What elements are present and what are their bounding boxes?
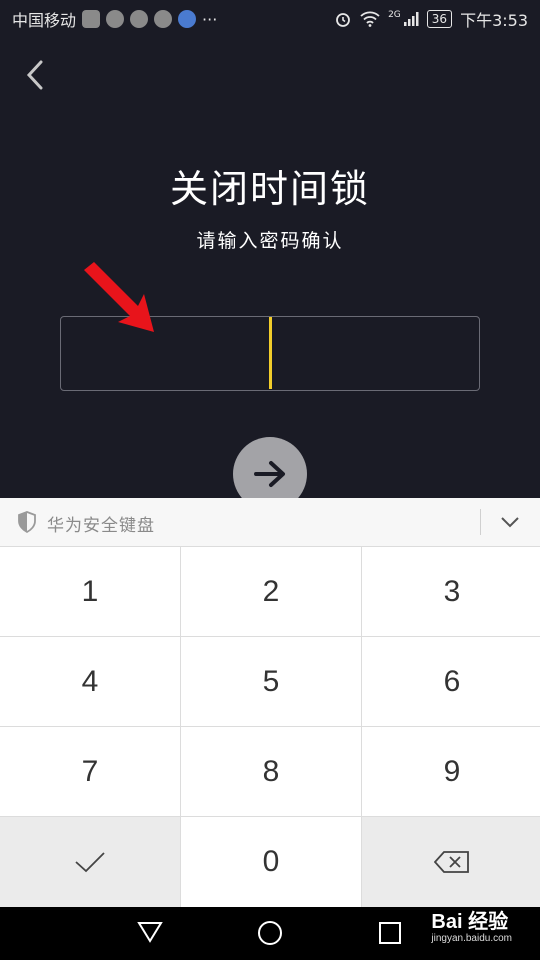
watermark-url: jingyan.baidu.com [431,933,512,944]
chevron-left-icon [26,60,43,90]
wifi-icon [360,11,380,27]
backspace-key[interactable] [362,817,540,907]
key-0[interactable]: 0 [181,817,361,907]
back-button[interactable] [18,55,52,95]
notification-app-icon [82,10,101,28]
circle-home-icon [258,921,282,945]
nav-recents-button[interactable] [379,922,401,948]
notification-app-icon [106,10,125,28]
keyboard-header: 华为安全键盘 [0,498,540,547]
alarm-icon [336,13,350,27]
keyboard-title: 华为安全键盘 [47,516,155,536]
status-bar: 中国移动 ··· 2G 36 下午3:53 [0,0,540,36]
key-3[interactable]: 3 [362,547,540,636]
key-1[interactable]: 1 [0,547,180,636]
network-type-label: 2G [388,10,401,20]
watermark: Bai 经验 jingyan.baidu.com [431,911,512,944]
annotation-arrow-icon [84,262,154,332]
confirm-key[interactable] [0,817,180,907]
chevron-down-icon [501,517,519,528]
key-4[interactable]: 4 [0,637,180,726]
key-8[interactable]: 8 [181,727,361,816]
backspace-icon [434,851,469,873]
carrier-label: 中国移动 [12,11,77,30]
key-5[interactable]: 5 [181,637,361,726]
shield-icon [18,511,36,533]
key-7[interactable]: 7 [0,727,180,816]
square-recents-icon [379,922,401,944]
watermark-brand: Bai 经验 [431,911,509,933]
notification-app-icon [178,10,197,28]
divider [480,509,481,535]
battery-level: 36 [426,10,453,28]
collapse-keyboard-button[interactable] [492,508,528,536]
nav-home-button[interactable] [257,920,283,950]
checkmark-icon [75,852,105,873]
page-title: 关闭时间锁 [169,167,370,211]
more-notifications-icon: ··· [202,9,218,29]
page-subtitle: 请输入密码确认 [196,230,344,252]
triangle-back-icon [137,922,163,943]
key-6[interactable]: 6 [362,637,540,726]
numeric-keypad: 1 2 3 4 5 6 7 8 9 0 [0,547,540,907]
text-cursor [269,317,272,389]
system-nav-bar: Bai 经验 jingyan.baidu.com [0,907,540,960]
signal-icon [403,12,419,26]
key-2[interactable]: 2 [181,547,361,636]
arrow-right-icon [254,461,285,487]
clock: 下午3:53 [460,11,528,30]
notification-app-icon [154,10,173,28]
key-9[interactable]: 9 [362,727,540,816]
notification-app-icon [130,10,149,28]
nav-back-button[interactable] [137,920,163,948]
